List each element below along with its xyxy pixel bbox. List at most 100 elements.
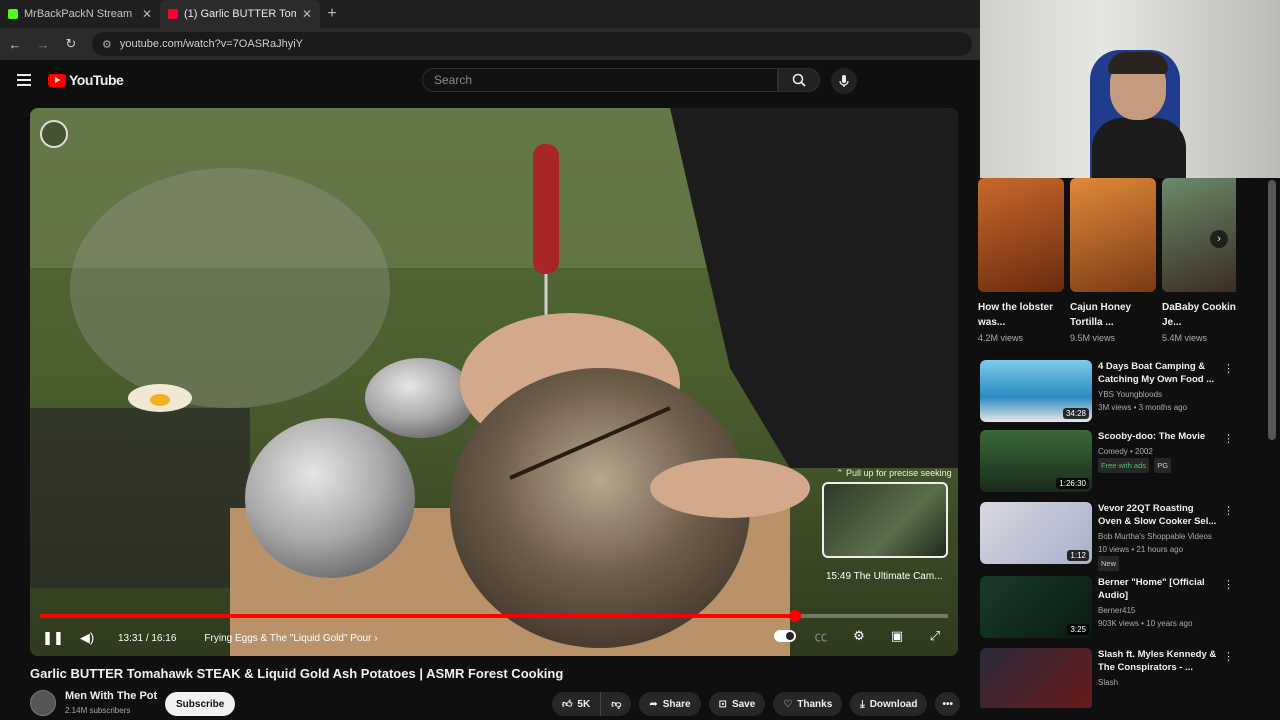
progress-bar[interactable] <box>40 610 948 622</box>
streamer-webcam <box>980 0 1280 178</box>
short-thumbnail[interactable] <box>1070 178 1156 292</box>
badge-row: New <box>1098 556 1218 571</box>
channel-name[interactable]: Slash <box>1098 676 1218 689</box>
forward-icon[interactable]: → <box>36 37 50 52</box>
short-thumbnail[interactable] <box>978 178 1064 292</box>
channel-name[interactable]: Men With The Pot <box>65 690 157 702</box>
channel-watermark-icon[interactable] <box>40 120 68 148</box>
more-vert-icon[interactable]: ⋮ <box>1223 432 1234 445</box>
video-thumbnail[interactable]: 1:26:30 <box>980 430 1092 492</box>
reload-icon[interactable]: ↻ <box>64 36 78 52</box>
short-item[interactable]: Cajun Honey Tortilla ... 9.5M views <box>1070 178 1156 348</box>
miniplayer-icon[interactable]: ▣ <box>884 628 910 644</box>
volume-icon[interactable]: ◀) <box>74 630 100 646</box>
thumbs-down-icon: 👎︎ <box>611 699 622 710</box>
channel-name[interactable]: Bob Murtha's Shoppable Videos <box>1098 530 1218 543</box>
tab-title: (1) Garlic BUTTER Tomahaw <box>184 8 296 20</box>
video-title[interactable]: Scooby-doo: The Movie <box>1098 430 1218 443</box>
more-vert-icon[interactable]: ⋮ <box>1223 578 1234 591</box>
video-title: Garlic BUTTER Tomahawk STEAK & Liquid Go… <box>30 666 564 681</box>
microphone-icon <box>839 75 849 87</box>
like-button[interactable]: 👍︎ 5K <box>551 692 602 716</box>
subscriber-count: 2.14M subscribers <box>65 706 131 715</box>
search-input[interactable]: Search <box>422 68 778 92</box>
seek-hint: ⌃ Pull up for precise seeking <box>836 468 952 478</box>
video-meta: 903K views • 10 years ago <box>1098 619 1193 628</box>
streamer-shirt <box>1092 118 1186 178</box>
browser-tabbar: MrBackPackN Stream - Wa ✕ (1) Garlic BUT… <box>0 0 980 28</box>
short-title[interactable]: How the lobster was... <box>978 300 1064 330</box>
streamer-hair <box>1108 52 1168 74</box>
more-vert-icon[interactable]: ⋮ <box>1223 362 1234 375</box>
video-player[interactable]: ⌃ Pull up for precise seeking 15:49 The … <box>30 108 958 656</box>
site-info-icon[interactable]: ⚙ <box>102 38 112 51</box>
short-item[interactable]: DaBaby Cooking Je... 5.4M views <box>1162 178 1236 348</box>
video-thumbnail[interactable]: 1:12 <box>980 502 1092 564</box>
browser-toolbar: ← → ↻ ⚙ youtube.com/watch?v=7OASRaJhyiY <box>0 28 980 60</box>
video-title[interactable]: Vevor 22QT Roasting Oven & Slow Cooker S… <box>1098 502 1218 528</box>
voice-search-button[interactable] <box>831 68 857 94</box>
more-actions-button[interactable]: ••• <box>935 692 960 716</box>
download-button[interactable]: ⤓ Download <box>850 692 928 716</box>
thanks-icon: ♡ <box>783 698 793 710</box>
video-title[interactable]: Slash ft. Myles Kennedy & The Conspirato… <box>1098 648 1218 674</box>
short-title[interactable]: DaBaby Cooking Je... <box>1162 300 1236 330</box>
subscribe-button[interactable]: Subscribe <box>165 692 236 716</box>
progress-fill <box>40 614 796 618</box>
short-views: 9.5M views <box>1070 333 1116 343</box>
video-thumbnail[interactable]: 3:25 <box>980 576 1092 638</box>
captions-icon[interactable]: ㏄ <box>808 626 834 645</box>
dislike-button[interactable]: 👎︎ <box>601 692 632 716</box>
settings-icon[interactable]: ⚙ <box>846 628 872 644</box>
back-icon[interactable]: ← <box>8 37 22 52</box>
more-vert-icon[interactable]: ⋮ <box>1223 504 1234 517</box>
list-item[interactable]: Slash ft. Myles Kennedy & The Conspirato… <box>980 648 1236 708</box>
new-tab-button[interactable]: + <box>320 5 344 23</box>
channel-avatar[interactable] <box>30 690 56 716</box>
menu-icon[interactable] <box>17 74 31 86</box>
address-bar[interactable]: ⚙ youtube.com/watch?v=7OASRaJhyiY <box>92 32 972 56</box>
time-display: 13:31 / 16:16 <box>118 632 177 644</box>
chevron-right-icon[interactable]: › <box>1210 230 1228 248</box>
video-thumbnail[interactable] <box>980 648 1092 708</box>
channel-name[interactable]: Comedy • 2002 <box>1098 445 1218 458</box>
youtube-logo[interactable]: YouTube <box>48 72 124 88</box>
short-title[interactable]: Cajun Honey Tortilla ... <box>1070 300 1156 330</box>
list-item[interactable]: 1:26:30 Scooby-doo: The Movie Comedy • 2… <box>980 430 1236 496</box>
thanks-button[interactable]: ♡ Thanks <box>773 692 843 716</box>
share-button[interactable]: ➦ Share <box>639 692 701 716</box>
browser-tab-stream[interactable]: MrBackPackN Stream - Wa ✕ <box>0 0 160 28</box>
video-meta: 10 views • 21 hours ago <box>1098 545 1184 554</box>
more-vert-icon[interactable]: ⋮ <box>1223 650 1234 663</box>
seek-preview-label: 15:49 The Ultimate Cam... <box>826 571 943 582</box>
chapter-title[interactable]: Frying Eggs & The "Liquid Gold" Pour › <box>204 633 377 644</box>
video-title[interactable]: Berner "Home" [Official Audio] <box>1098 576 1218 602</box>
player-controls: ❚❚ ◀) 13:31 / 16:16 Frying Eggs & The "L… <box>40 626 948 650</box>
thumbs-up-icon: 👍︎ <box>561 699 573 710</box>
browser-tab-youtube[interactable]: (1) Garlic BUTTER Tomahaw ✕ <box>160 0 320 28</box>
tab-close-icon[interactable]: ✕ <box>302 7 312 21</box>
fullscreen-icon[interactable]: ⤢ <box>922 628 948 644</box>
short-item[interactable]: How the lobster was... 4.2M views <box>978 178 1064 348</box>
video-thumbnail[interactable]: 34:28 <box>980 360 1092 422</box>
autoplay-toggle[interactable] <box>774 629 796 642</box>
search-button[interactable] <box>778 68 820 92</box>
tab-title: MrBackPackN Stream - Wa <box>24 8 136 20</box>
duration-badge: 3:25 <box>1067 624 1089 635</box>
list-item[interactable]: 3:25 Berner "Home" [Official Audio] Bern… <box>980 576 1236 642</box>
share-icon: ➦ <box>649 698 658 710</box>
save-button[interactable]: ⊡ Save <box>708 692 766 716</box>
duration-badge: 1:12 <box>1067 550 1089 561</box>
sidebar-scrollbar[interactable] <box>1268 180 1276 440</box>
recommendations-sidebar: How the lobster was... 4.2M views Cajun … <box>978 178 1236 708</box>
list-item[interactable]: 34:28 4 Days Boat Camping & Catching My … <box>980 360 1236 426</box>
list-item[interactable]: 1:12 Vevor 22QT Roasting Oven & Slow Coo… <box>980 502 1236 571</box>
bookmark-icon: ⊡ <box>718 698 727 710</box>
video-title[interactable]: 4 Days Boat Camping & Catching My Own Fo… <box>1098 360 1218 386</box>
pause-icon[interactable]: ❚❚ <box>40 630 66 646</box>
channel-name[interactable]: YBS Youngbloods <box>1098 388 1218 401</box>
youtube-favicon-icon <box>168 9 178 19</box>
duration-badge: 1:26:30 <box>1056 478 1089 489</box>
channel-name[interactable]: Berner415 <box>1098 604 1218 617</box>
tab-close-icon[interactable]: ✕ <box>142 7 152 21</box>
